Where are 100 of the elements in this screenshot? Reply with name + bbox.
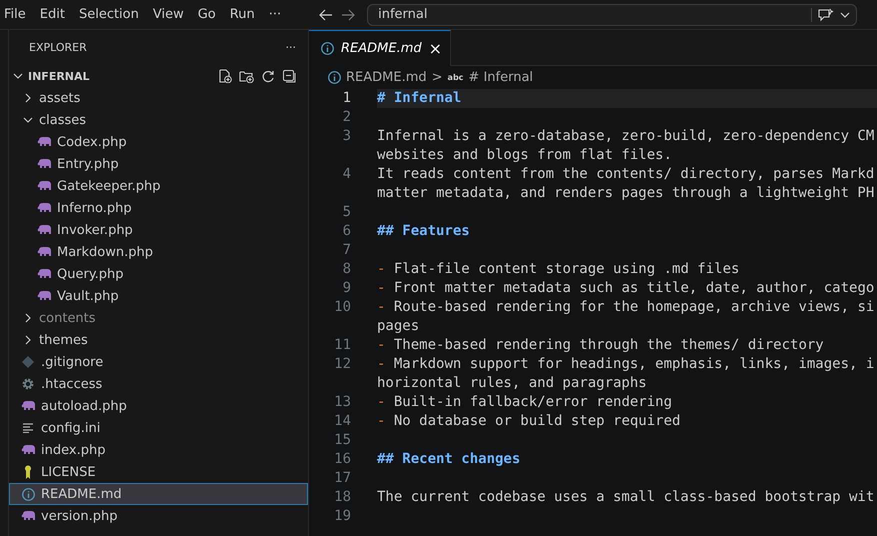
line-number: 11 xyxy=(333,336,351,355)
chevron-down-icon[interactable] xyxy=(13,71,23,81)
info-icon xyxy=(321,42,334,55)
symbol-icon: abc xyxy=(448,72,464,82)
info-icon xyxy=(328,70,341,84)
back-arrow-icon[interactable] xyxy=(319,8,334,20)
code-line: - No database or build step required xyxy=(377,412,680,431)
forward-arrow-icon[interactable] xyxy=(341,8,356,20)
tree-item[interactable]: Vault.php xyxy=(9,285,308,307)
refresh-icon[interactable] xyxy=(261,69,275,83)
tree-item[interactable]: Query.php xyxy=(9,263,308,285)
code-line: - Markdown support for headings, emphasis, links, images, i xyxy=(377,355,874,374)
elephant-icon xyxy=(37,159,51,169)
search-bar[interactable]: infernal xyxy=(367,4,858,26)
tree-item[interactable]: Inferno.php xyxy=(9,197,308,219)
code-line: It reads content from the contents/ directory, parses Markd xyxy=(377,165,874,184)
chevron-right-icon[interactable] xyxy=(23,313,33,323)
explorer-title: EXPLORER xyxy=(29,41,87,54)
elephant-icon xyxy=(37,225,51,235)
tree-item[interactable]: autoload.php xyxy=(9,395,308,417)
code-line: - Front matter metadata such as title, date, author, catego xyxy=(377,279,874,298)
menu-item[interactable]: Selection xyxy=(72,4,147,26)
close-button[interactable]: × xyxy=(428,39,442,58)
markdown-heading: ## Recent changes xyxy=(377,450,520,469)
code-line: - Built-in fallback/error rendering xyxy=(377,393,672,412)
editor-tab[interactable]: README.md × xyxy=(309,30,452,66)
breadcrumb-separator: > xyxy=(432,70,443,84)
elephant-icon xyxy=(21,511,35,521)
more-actions-button[interactable]: ··· xyxy=(286,41,296,54)
chevron-down-icon[interactable] xyxy=(23,115,33,125)
code-line: The current codebase uses a small class-based bootstrap wit xyxy=(377,488,874,507)
menu-item[interactable]: View xyxy=(146,4,192,26)
line-number: 8 xyxy=(342,260,351,279)
tree-item[interactable]: Codex.php xyxy=(9,131,308,153)
markdown-heading: # Infernal xyxy=(377,89,462,108)
chevron-right-icon[interactable] xyxy=(23,93,33,103)
code-line: matter metadata, and renders pages through a lightweight PH xyxy=(377,184,874,203)
code-line: Infernal is a zero-database, zero-build, zero-dependency CM xyxy=(377,127,874,146)
menu-item[interactable]: ··· xyxy=(262,4,290,26)
chat-sparkle-icon[interactable] xyxy=(818,8,834,22)
line-number: 7 xyxy=(342,241,351,260)
menu-item[interactable]: File xyxy=(0,4,34,26)
elephant-icon xyxy=(21,401,35,411)
line-number: 12 xyxy=(333,355,351,374)
menu-item[interactable]: Edit xyxy=(34,4,73,26)
elephant-icon xyxy=(21,445,35,455)
line-number: 1 xyxy=(342,89,351,108)
tree-item[interactable]: LICENSE xyxy=(9,461,308,483)
code-line: - Route-based rendering for the homepage, archive views, si xyxy=(377,298,874,317)
chevron-down-icon[interactable] xyxy=(840,10,850,18)
code-line: - Flat-file content storage using .md files xyxy=(377,260,740,279)
diamond-icon xyxy=(22,356,34,368)
code-line: - Theme-based rendering through the themes/ directory xyxy=(377,336,824,355)
code-line: horizontal rules, and paragraphs xyxy=(377,374,647,393)
line-number: 17 xyxy=(333,469,351,488)
project-header[interactable]: INFERNAL xyxy=(9,65,308,87)
tree-item[interactable]: Markdown.php xyxy=(9,241,308,263)
breadcrumb-item[interactable]: README.md xyxy=(346,70,427,84)
new-file-icon[interactable] xyxy=(218,69,232,83)
menu-item[interactable]: Go xyxy=(192,4,224,26)
elephant-icon xyxy=(37,247,51,257)
line-number: 19 xyxy=(333,507,351,526)
elephant-icon xyxy=(37,181,51,191)
tree-item[interactable]: themes xyxy=(9,329,308,351)
tree-item[interactable]: assets xyxy=(9,87,308,109)
line-number: 4 xyxy=(342,165,351,184)
tree-item[interactable]: README.md xyxy=(9,483,308,505)
line-number: 5 xyxy=(342,203,351,222)
tree-item[interactable]: .htaccess xyxy=(9,373,308,395)
chevron-right-icon[interactable] xyxy=(23,335,33,345)
collapse-all-icon[interactable] xyxy=(282,69,296,83)
line-number: 3 xyxy=(342,127,351,146)
search-field[interactable]: infernal xyxy=(378,7,806,22)
menu-item[interactable]: Run xyxy=(224,4,263,26)
tree-item[interactable]: version.php xyxy=(9,505,308,527)
breadcrumb-item[interactable]: # Infernal xyxy=(468,70,534,84)
line-number: 16 xyxy=(333,450,351,469)
line-number: 13 xyxy=(333,393,351,412)
line-number: 2 xyxy=(342,108,351,127)
tree-item[interactable]: Gatekeeper.php xyxy=(9,175,308,197)
elephant-icon xyxy=(37,269,51,279)
line-number: 18 xyxy=(333,488,351,507)
line-number: 9 xyxy=(342,279,351,298)
gear-icon xyxy=(22,378,34,390)
line-number: 10 xyxy=(333,298,351,317)
tree-item[interactable]: index.php xyxy=(9,439,308,461)
lines-icon xyxy=(23,423,33,433)
tree-item[interactable]: contents xyxy=(9,307,308,329)
elephant-icon xyxy=(37,137,51,147)
tree-item[interactable]: classes xyxy=(9,109,308,131)
line-number: 6 xyxy=(342,222,351,241)
tree-item[interactable]: Invoker.php xyxy=(9,219,308,241)
new-folder-icon[interactable] xyxy=(239,69,254,83)
line-number: 14 xyxy=(333,412,351,431)
tree-item[interactable]: config.ini xyxy=(9,417,308,439)
info-icon xyxy=(22,488,34,500)
tree-item[interactable]: Entry.php xyxy=(9,153,308,175)
code-line: websites and blogs from flat files. xyxy=(377,146,672,165)
markdown-heading: ## Features xyxy=(377,222,470,241)
tree-item[interactable]: .gitignore xyxy=(9,351,308,373)
